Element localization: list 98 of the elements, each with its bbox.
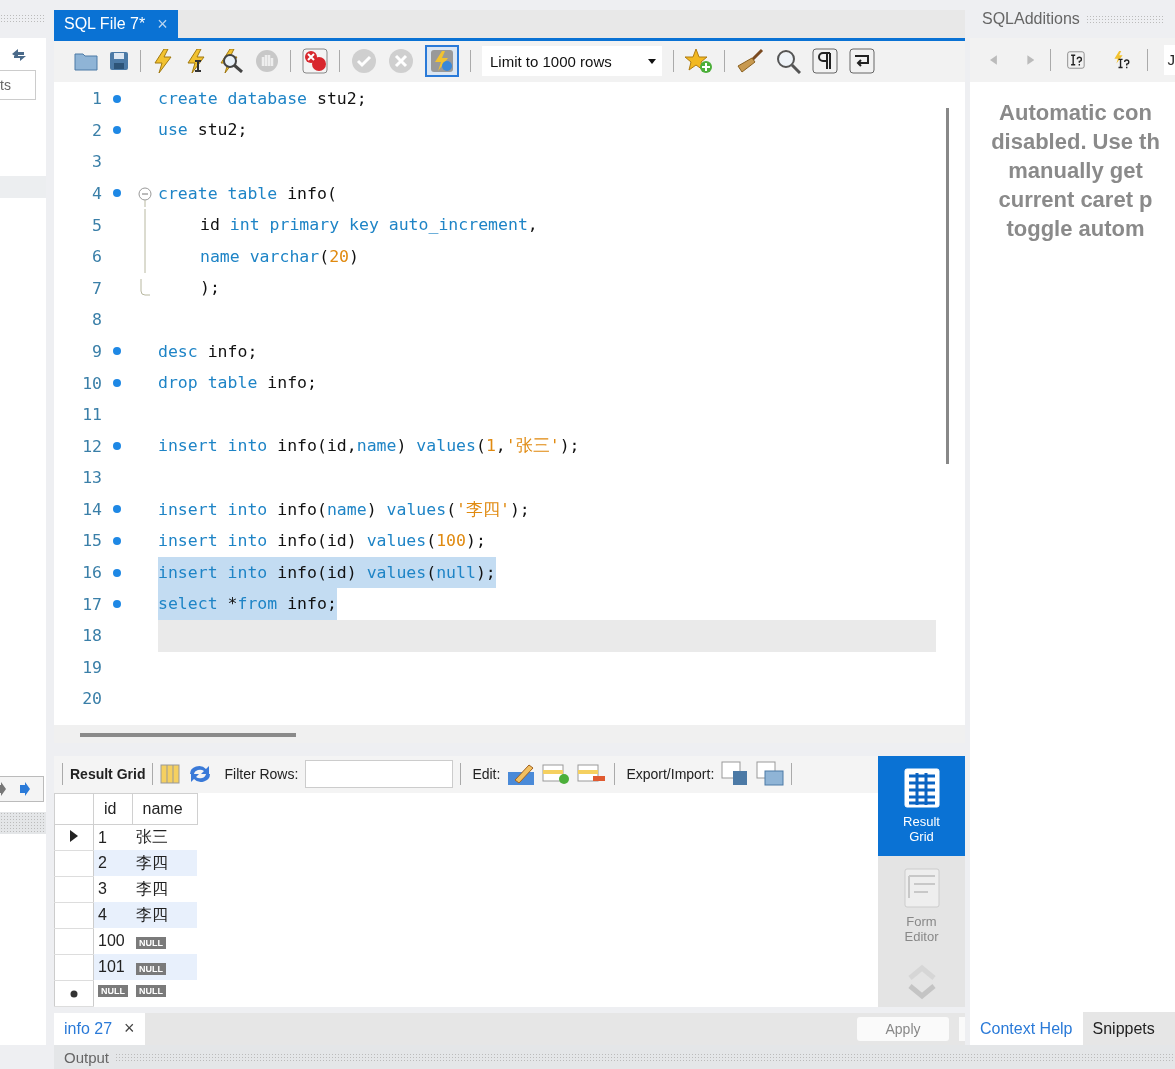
jump-dropdown[interactable]: J bbox=[1163, 45, 1175, 75]
help-text: Automatic con bbox=[999, 99, 1152, 127]
sync-icon[interactable] bbox=[10, 48, 28, 62]
line-number: 15 bbox=[81, 531, 102, 551]
star-plus-icon[interactable] bbox=[685, 48, 713, 75]
save-icon[interactable] bbox=[109, 51, 129, 72]
line-number: 14 bbox=[81, 499, 102, 519]
scrollbar-thumb[interactable] bbox=[80, 732, 296, 737]
view-switch-button[interactable]: Result Grid bbox=[878, 755, 965, 856]
code-line: drop table info; bbox=[158, 372, 317, 395]
back-icon[interactable] bbox=[990, 53, 999, 67]
output-panel-title: Output bbox=[64, 1048, 110, 1066]
forward-icon[interactable] bbox=[1026, 53, 1035, 67]
line-number: 2 bbox=[91, 120, 102, 140]
result-grid-label: Result Grid bbox=[70, 766, 146, 783]
line-number: 5 bbox=[91, 215, 102, 235]
line-number: 8 bbox=[91, 310, 102, 330]
add-row-icon[interactable] bbox=[542, 763, 571, 786]
wrap-icon[interactable] bbox=[849, 48, 875, 75]
arrow-icon[interactable] bbox=[20, 782, 30, 796]
null-badge: NULL bbox=[136, 963, 166, 976]
stop-error-icon[interactable] bbox=[302, 48, 328, 75]
code-line: ); bbox=[200, 277, 220, 300]
limit-dropdown[interactable]: Limit to 1000 rows bbox=[482, 46, 662, 77]
line-number: 12 bbox=[81, 436, 102, 456]
column-header[interactable]: id bbox=[93, 793, 132, 825]
line-number: 17 bbox=[81, 594, 102, 614]
null-badge: NULL bbox=[136, 937, 166, 950]
line-number: 1 bbox=[91, 89, 102, 109]
line-number: 20 bbox=[81, 689, 102, 709]
panel-title: SQLAdditions bbox=[982, 10, 1080, 28]
editor-tab[interactable]: SQL File 7* × bbox=[54, 10, 178, 38]
fold-icon[interactable] bbox=[138, 187, 152, 208]
table-cell: 101 bbox=[98, 958, 125, 976]
apply-button[interactable]: Apply bbox=[857, 1017, 949, 1041]
code-line: id int primary key auto_increment, bbox=[200, 214, 538, 237]
panel-grip[interactable] bbox=[0, 812, 46, 834]
null-badge: NULL bbox=[136, 985, 166, 998]
code-line: use stu2; bbox=[158, 119, 248, 142]
code-line: insert into info(name) values('李四'); bbox=[158, 498, 530, 521]
code-line: name varchar(20) bbox=[200, 245, 359, 268]
table-cell: 李四 bbox=[136, 905, 168, 923]
edit-label: Edit: bbox=[472, 766, 501, 783]
lightning-icon[interactable] bbox=[152, 49, 174, 74]
check-icon[interactable] bbox=[351, 48, 377, 75]
pilcrow-icon[interactable] bbox=[812, 48, 838, 75]
table-cell: 3 bbox=[98, 880, 107, 898]
table-cell: 100 bbox=[98, 932, 125, 950]
help-text: toggle autom bbox=[1006, 215, 1145, 243]
table-cell: 李四 bbox=[136, 879, 168, 897]
export-icon[interactable] bbox=[721, 761, 750, 788]
search-icon[interactable] bbox=[775, 48, 801, 75]
code-line: insert into info(id) values(100); bbox=[158, 530, 486, 553]
lightning-cursor-icon[interactable] bbox=[185, 49, 207, 74]
line-number: 18 bbox=[81, 626, 102, 646]
null-badge: NULL bbox=[98, 985, 128, 998]
pencil-icon[interactable] bbox=[507, 762, 536, 787]
help-text: manually get bbox=[1008, 157, 1143, 185]
export-import-label: Export/Import: bbox=[626, 766, 715, 783]
close-icon[interactable]: × bbox=[124, 1018, 135, 1040]
form-icon bbox=[903, 867, 940, 908]
code-line: create table info( bbox=[158, 182, 337, 205]
filter-field[interactable] bbox=[305, 760, 454, 789]
table-cell: 4 bbox=[98, 906, 107, 924]
line-number: 16 bbox=[81, 563, 102, 583]
table-cell: 2 bbox=[98, 854, 107, 872]
table-cell: 1 bbox=[98, 828, 107, 846]
line-number: 10 bbox=[81, 373, 102, 393]
code-line: insert into info(id,name) values(1,'张三'); bbox=[158, 435, 580, 458]
filter-label: Filter Rows: bbox=[224, 766, 299, 783]
result-tab[interactable]: info 27 × bbox=[54, 1013, 145, 1045]
broom-icon[interactable] bbox=[736, 48, 764, 75]
line-number: 11 bbox=[81, 405, 102, 425]
column-header[interactable]: name bbox=[132, 793, 197, 825]
line-number: 7 bbox=[91, 278, 102, 298]
lightning-magnifier-icon[interactable] bbox=[218, 49, 244, 74]
search-field[interactable]: ts bbox=[0, 70, 36, 100]
line-number: 3 bbox=[91, 152, 102, 172]
import-icon[interactable] bbox=[756, 761, 785, 788]
table-cell: 张三 bbox=[136, 828, 168, 846]
line-number: 4 bbox=[91, 183, 102, 203]
help-text: disabled. Use th bbox=[991, 128, 1160, 156]
lightning-check-icon[interactable] bbox=[425, 45, 459, 78]
navigation-buttons[interactable] bbox=[0, 776, 44, 802]
code-line: create database stu2; bbox=[158, 87, 367, 110]
table-cell: 李四 bbox=[136, 853, 168, 871]
line-number: 13 bbox=[81, 468, 102, 488]
caret-icon bbox=[648, 58, 656, 64]
code-line: desc info; bbox=[158, 340, 258, 363]
line-number: 19 bbox=[81, 657, 102, 677]
columns-icon[interactable] bbox=[160, 764, 181, 785]
help-text: current caret p bbox=[998, 186, 1153, 214]
line-number: 9 bbox=[91, 341, 102, 361]
panel-tab[interactable]: Context Help bbox=[970, 1012, 1083, 1045]
folder-icon[interactable] bbox=[74, 51, 98, 72]
grid-icon bbox=[903, 767, 940, 808]
panel-tab[interactable]: Snippets bbox=[1082, 1012, 1165, 1045]
line-number: 6 bbox=[91, 247, 102, 267]
